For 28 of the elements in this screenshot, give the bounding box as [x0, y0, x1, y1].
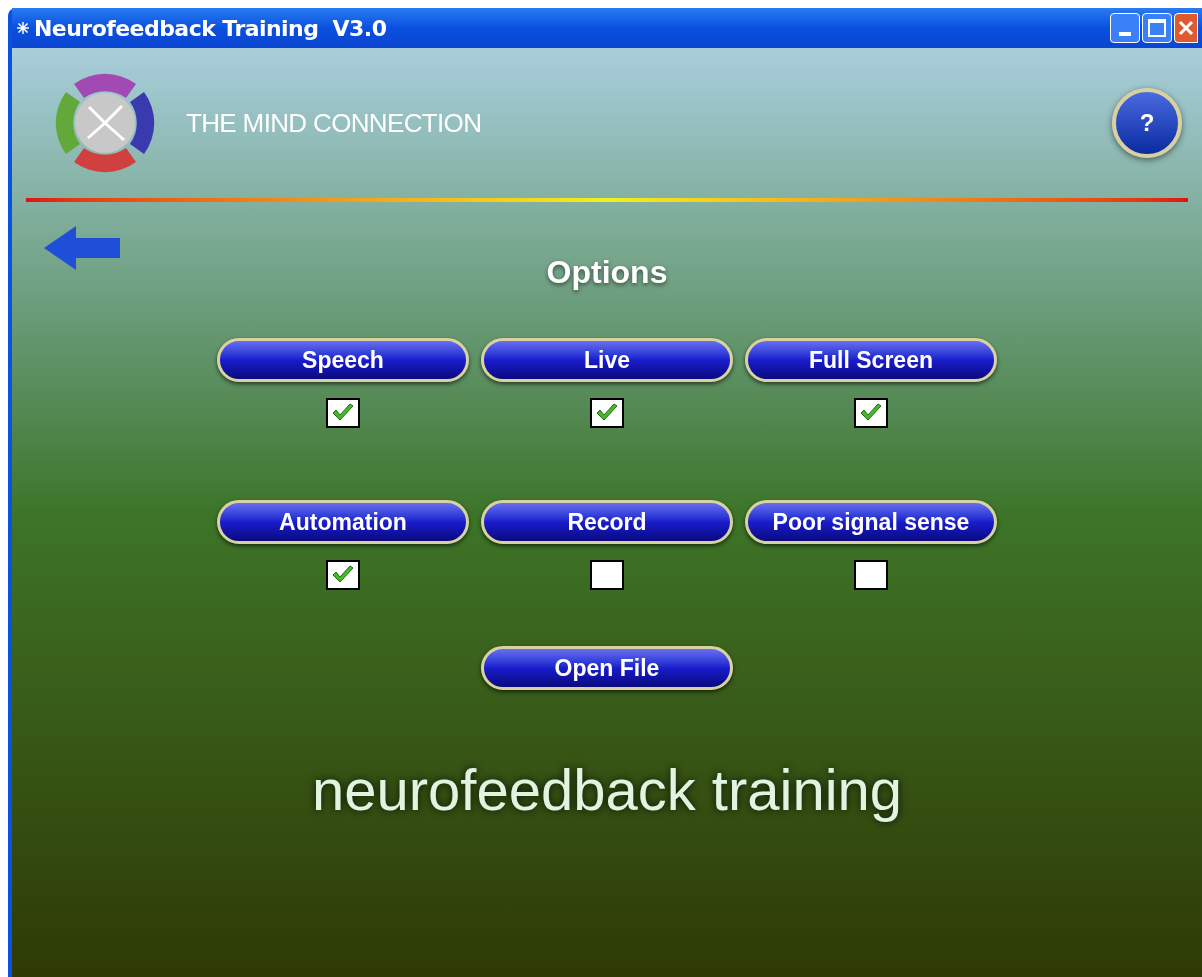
- checkbox[interactable]: [326, 398, 360, 428]
- option-button[interactable]: Automation: [217, 500, 469, 544]
- close-button[interactable]: [1174, 13, 1198, 43]
- close-icon: [1178, 20, 1194, 36]
- window-title: Neurofeedback Training V3.0: [34, 14, 387, 43]
- option-button[interactable]: Live: [481, 338, 733, 382]
- checkbox[interactable]: [590, 560, 624, 590]
- option-button[interactable]: Full Screen: [745, 338, 997, 382]
- checkmark-icon: [595, 403, 619, 423]
- back-arrow-icon[interactable]: [42, 224, 122, 272]
- maximize-button[interactable]: [1142, 13, 1172, 43]
- option-button[interactable]: Poor signal sense: [745, 500, 997, 544]
- page-title: Options: [546, 253, 668, 292]
- help-button[interactable]: ?: [1112, 88, 1182, 158]
- minimize-button[interactable]: [1110, 13, 1140, 43]
- checkmark-icon: [331, 565, 355, 585]
- brand-name: THE MIND CONNECTION: [186, 106, 482, 140]
- option-button[interactable]: Open File: [481, 646, 733, 690]
- star-icon: [16, 21, 30, 35]
- checkmark-icon: [859, 403, 883, 423]
- checkmark-icon: [331, 403, 355, 423]
- footer-title: neurofeedback training: [311, 756, 903, 824]
- checkbox[interactable]: [854, 560, 888, 590]
- option-button[interactable]: Speech: [217, 338, 469, 382]
- option-button[interactable]: Record: [481, 500, 733, 544]
- checkbox[interactable]: [854, 398, 888, 428]
- checkbox[interactable]: [326, 560, 360, 590]
- checkbox[interactable]: [590, 398, 624, 428]
